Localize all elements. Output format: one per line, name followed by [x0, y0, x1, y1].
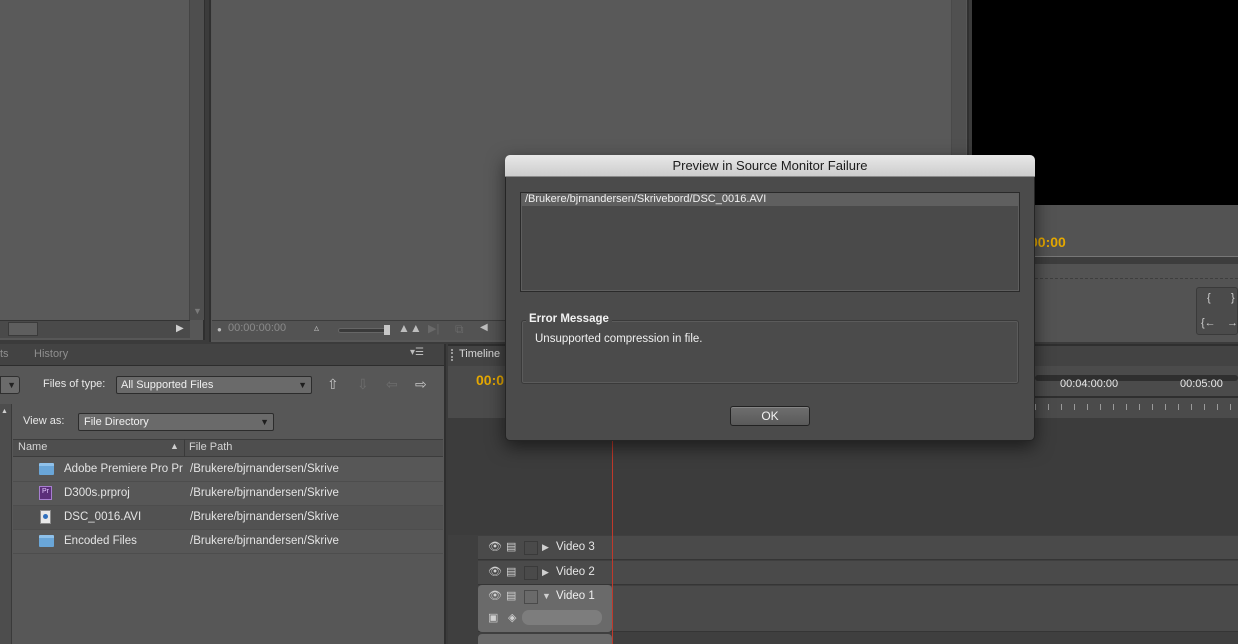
track-name: Video 2 — [556, 566, 595, 578]
tab-history[interactable]: History — [34, 348, 68, 360]
view-as-select[interactable]: File Directory ▼ — [78, 413, 274, 431]
tab-timeline[interactable]: Timeline — [459, 348, 500, 360]
go-to-out-icon[interactable]: → — [1227, 317, 1238, 329]
expand-track-icon[interactable]: ▶ — [542, 542, 549, 553]
program-time-ruler[interactable] — [1030, 256, 1238, 264]
table-row[interactable]: DSC_0016.AVI /Brukere/bjrnandersen/Skriv… — [13, 506, 443, 530]
file-path: /Brukere/bjrnandersen/Skrive — [190, 535, 339, 547]
navigate-forward-icon[interactable]: ⇨ — [415, 376, 427, 393]
track-name: Video 1 — [556, 590, 595, 602]
playhead-line[interactable] — [612, 418, 613, 644]
view-as-value: File Directory — [84, 416, 149, 428]
film-icon[interactable]: ▤ — [506, 540, 516, 553]
files-of-type-label: Files of type: — [43, 378, 106, 390]
column-header-path[interactable]: File Path — [189, 441, 232, 453]
drag-grip-icon[interactable] — [451, 349, 456, 361]
file-name: D300s.prproj — [64, 487, 130, 499]
navigate-down-icon[interactable]: ⇩ — [357, 376, 369, 393]
time-mark: 00:05:00 — [1180, 378, 1223, 390]
scrollbar-thumb[interactable] — [8, 322, 38, 336]
error-message-text: Unsupported compression in file. — [535, 333, 703, 345]
eye-icon[interactable]: 👁 — [488, 565, 502, 578]
track-video-2[interactable]: 👁 ▤ ▶ Video 2 — [478, 561, 1238, 585]
timeline-timecode[interactable]: 00:0 — [476, 372, 504, 388]
table-row[interactable]: Adobe Premiere Pro Pr /Brukere/bjrnander… — [13, 458, 443, 482]
program-timecode[interactable]: 00:00 — [1030, 234, 1066, 250]
eye-icon[interactable]: 👁 — [488, 589, 502, 602]
avi-file-icon — [40, 510, 51, 524]
file-path: /Brukere/bjrnandersen/Skrive — [190, 463, 339, 475]
file-path: /Brukere/bjrnandersen/Skrive — [190, 511, 339, 523]
dialog-title: Preview in Source Monitor Failure — [672, 158, 868, 173]
scroll-right-arrow-icon[interactable]: ▶ — [176, 323, 184, 334]
table-row[interactable]: Pr D300s.prproj /Brukere/bjrnandersen/Sk… — [13, 482, 443, 506]
collapse-track-icon[interactable]: ▼ — [542, 591, 551, 601]
files-of-type-select[interactable]: All Supported Files ▼ — [116, 376, 312, 394]
folder-icon — [39, 535, 54, 547]
error-message-group — [521, 320, 1019, 384]
keyframe-icon[interactable]: ◈ — [508, 611, 516, 624]
scroll-left-arrow-icon[interactable]: ◀ — [480, 322, 488, 333]
mark-out-icon[interactable]: } — [1231, 292, 1235, 304]
view-as-label: View as: — [23, 415, 65, 427]
column-divider[interactable] — [184, 439, 185, 457]
sort-ascending-icon[interactable]: ▲ — [170, 441, 179, 451]
lock-toggle[interactable] — [524, 541, 538, 555]
mark-in-icon[interactable]: { — [1207, 292, 1211, 304]
track-name: Video 3 — [556, 541, 595, 553]
failed-files-list[interactable] — [520, 192, 1020, 292]
location-dropdown[interactable]: ▼ — [0, 376, 20, 394]
zoom-out-icon[interactable]: ▵ — [314, 323, 319, 334]
expand-track-icon[interactable]: ▶ — [542, 567, 549, 578]
film-icon[interactable]: ▤ — [506, 589, 516, 602]
premiere-project-icon: Pr — [39, 486, 52, 500]
navigate-back-icon[interactable]: ⇦ — [386, 376, 398, 393]
lock-toggle[interactable] — [524, 566, 538, 580]
keyframe-navigator[interactable] — [522, 610, 602, 625]
program-transport-buttons: { } {← → — [1196, 287, 1238, 335]
project-vertical-scrollbar[interactable]: ▼ — [190, 0, 204, 320]
file-path: /Brukere/bjrnandersen/Skrive — [190, 487, 339, 499]
timeline-time-ruler[interactable] — [1035, 396, 1238, 412]
source-timecode[interactable]: 00:00:00:00 — [228, 322, 286, 334]
track-video-3[interactable]: 👁 ▤ ▶ Video 3 — [478, 536, 1238, 560]
display-style-icon[interactable]: ▣ — [488, 611, 498, 624]
ok-button[interactable]: OK — [730, 406, 810, 426]
zoom-slider[interactable] — [338, 328, 390, 333]
playhead-marker-icon[interactable]: ● — [217, 325, 222, 334]
insert-icon[interactable]: ▶| — [428, 322, 439, 335]
directory-tree-edge[interactable]: ▲ — [0, 404, 12, 644]
time-mark: 00:04:00:00 — [1060, 378, 1119, 390]
navigate-up-icon[interactable]: ⇧ — [327, 376, 339, 393]
scroll-down-arrow-icon[interactable]: ▼ — [193, 306, 202, 316]
zoom-slider-thumb[interactable] — [384, 325, 390, 335]
scroll-up-arrow-icon[interactable]: ▲ — [1, 408, 8, 415]
error-message-label: Error Message — [526, 313, 612, 325]
file-name: DSC_0016.AVI — [64, 511, 142, 523]
track-audio-header[interactable] — [478, 634, 612, 644]
failed-file-path: /Brukere/bjrnandersen/Skrivebord/DSC_001… — [525, 193, 767, 205]
column-header-name[interactable]: Name — [18, 441, 47, 453]
chevron-down-icon: ▼ — [260, 417, 269, 427]
track-video-1[interactable]: 👁 ▤ ▼ Video 1 ▣ ◈ — [478, 585, 612, 632]
files-of-type-value: All Supported Files — [121, 379, 214, 391]
file-name: Adobe Premiere Pro Pr — [64, 463, 183, 475]
film-icon[interactable]: ▤ — [506, 565, 516, 578]
zoom-in-icon[interactable]: ▲▲ — [398, 321, 422, 335]
lock-toggle[interactable] — [524, 590, 538, 604]
eye-icon[interactable]: 👁 — [488, 540, 502, 553]
file-name: Encoded Files — [64, 535, 137, 547]
chevron-down-icon: ▼ — [298, 380, 307, 390]
program-ruler-ticks — [1030, 278, 1238, 284]
tab-effects[interactable]: ts — [0, 348, 9, 360]
track-header-gutter — [448, 535, 478, 644]
panel-menu-icon[interactable]: ▾☰ — [410, 347, 424, 358]
table-row[interactable]: Encoded Files /Brukere/bjrnandersen/Skri… — [13, 530, 443, 554]
overlay-icon[interactable]: ⧉ — [455, 322, 464, 337]
go-to-in-icon[interactable]: {← — [1201, 317, 1216, 329]
folder-icon — [39, 463, 54, 475]
project-panel-content — [0, 0, 190, 320]
